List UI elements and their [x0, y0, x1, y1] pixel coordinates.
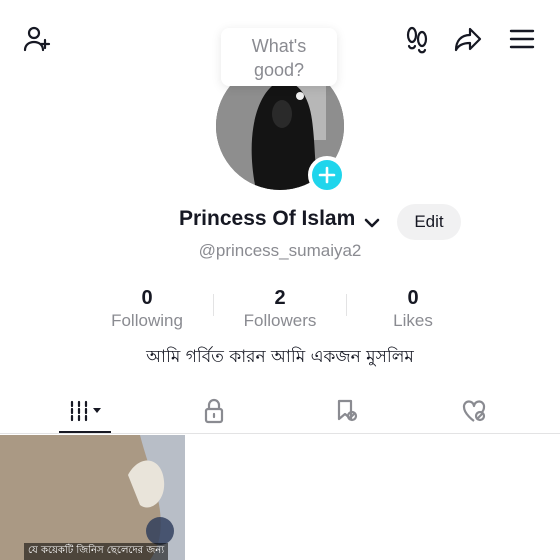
tab-saved[interactable]	[291, 388, 401, 434]
bookmark-icon	[337, 399, 358, 422]
likes-stat[interactable]: 0 Likes	[348, 286, 478, 332]
footprints-icon[interactable]	[400, 22, 434, 56]
plus-icon	[318, 166, 336, 184]
following-label: Following	[111, 311, 183, 330]
whats-good-bubble[interactable]: What's good?	[221, 28, 337, 86]
video-caption: যে কয়েকটি জিনিস ছেলেদের জন্য	[24, 543, 169, 560]
tab-private[interactable]	[159, 388, 269, 434]
stat-divider	[213, 294, 214, 316]
profile-stats: 0 Following 2 Followers 0 Likes	[0, 286, 560, 334]
followers-count: 2	[274, 287, 286, 309]
followers-stat[interactable]: 2 Followers	[215, 286, 345, 332]
likes-count: 0	[407, 287, 419, 309]
video-thumbnail[interactable]: যে কয়েকটি জিনিস ছেলেদের জন্য	[0, 435, 185, 560]
stat-divider	[346, 294, 347, 316]
username: @princess_sumaiya2	[198, 241, 362, 260]
edit-profile-button[interactable]: Edit	[397, 204, 461, 240]
following-count: 0	[141, 287, 153, 309]
grid-icon	[70, 400, 101, 422]
lock-icon	[204, 398, 224, 424]
profile-name[interactable]: Princess Of Islam	[179, 207, 355, 231]
tab-liked[interactable]	[419, 388, 529, 434]
liked-icon	[462, 400, 486, 422]
menu-icon[interactable]	[505, 22, 539, 56]
profile-bio: আমি গর্বিত কারন আমি একজন মুসলিম	[146, 347, 414, 367]
tab-active-indicator	[59, 431, 111, 433]
tab-videos[interactable]	[30, 388, 140, 434]
chevron-down-icon[interactable]	[362, 213, 382, 233]
following-stat[interactable]: 0 Following	[82, 286, 212, 332]
followers-label: Followers	[243, 311, 317, 330]
likes-label: Likes	[393, 311, 433, 330]
share-icon[interactable]	[451, 22, 485, 56]
add-photo-button[interactable]	[308, 156, 346, 194]
add-friend-icon[interactable]	[20, 22, 54, 56]
video-grid: যে কয়েকটি জিনিস ছেলেদের জন্য	[0, 435, 560, 560]
profile-tabs	[0, 388, 560, 434]
